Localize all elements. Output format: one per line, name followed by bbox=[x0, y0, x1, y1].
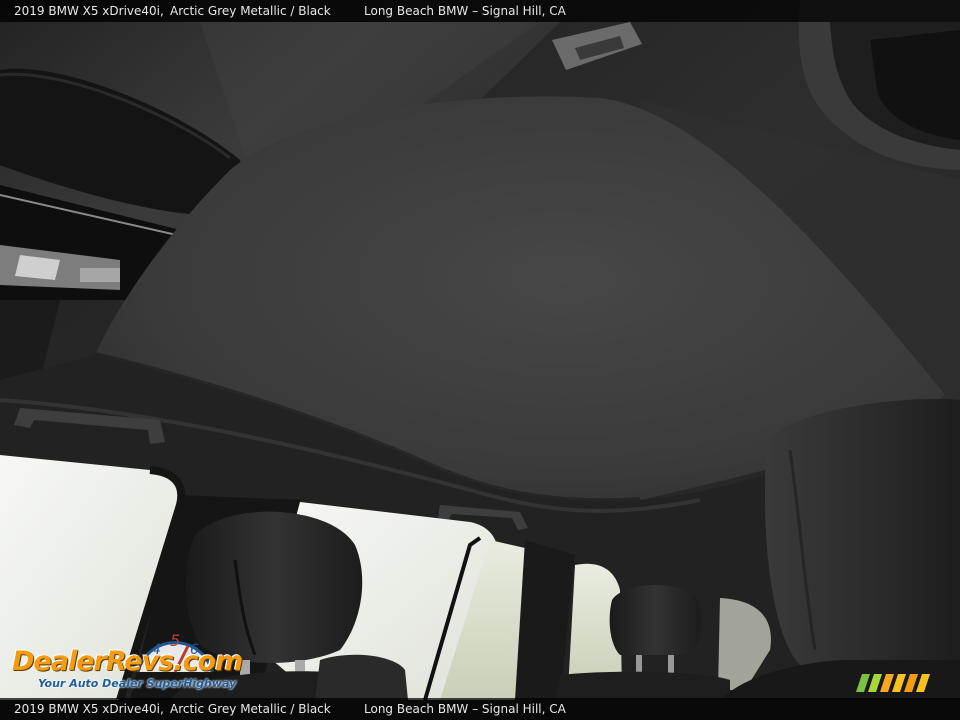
dealer-logo-icon bbox=[856, 674, 930, 692]
caption-color: Arctic Grey Metallic / Black bbox=[170, 702, 331, 716]
caption-dealer: Long Beach BMW – Signal Hill, CA bbox=[364, 702, 566, 716]
caption-vehicle: 2019 BMW X5 xDrive40i, bbox=[14, 702, 164, 716]
watermark-tagline: Your Auto Dealer SuperHighway bbox=[38, 677, 237, 690]
photo-frame: 2019 BMW X5 xDrive40i, Arctic Grey Metal… bbox=[0, 0, 960, 720]
caption-color: Arctic Grey Metallic / Black bbox=[170, 4, 331, 18]
caption-bar-bottom: 2019 BMW X5 xDrive40i, Arctic Grey Metal… bbox=[0, 698, 960, 720]
caption-dealer: Long Beach BMW – Signal Hill, CA bbox=[364, 4, 566, 18]
interior-photo bbox=[0, 0, 960, 720]
dealerrevs-watermark: 4 5 6 DealerRevs.com Your Auto Dealer Su… bbox=[12, 624, 264, 696]
caption-vehicle: 2019 BMW X5 xDrive40i, bbox=[14, 4, 164, 18]
caption-bar-top: 2019 BMW X5 xDrive40i, Arctic Grey Metal… bbox=[0, 0, 960, 22]
watermark-brand: DealerRevs.com bbox=[12, 646, 243, 677]
